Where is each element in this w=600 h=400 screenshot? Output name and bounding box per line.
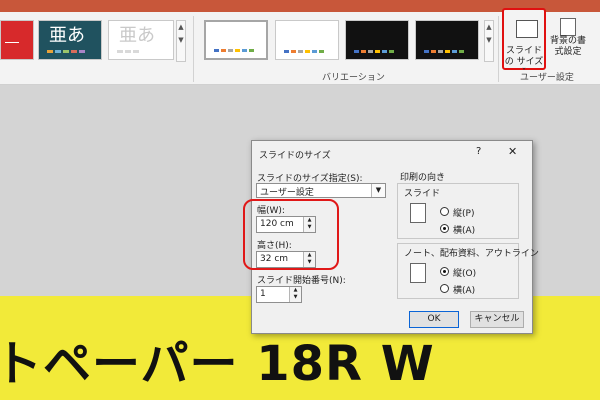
notes-portrait-label: 縦(O) (453, 269, 477, 279)
size-spec-value: ユーザー設定 (260, 188, 314, 198)
slide-page-icon (410, 203, 426, 223)
ok-button[interactable]: OK (409, 311, 459, 328)
cancel-button[interactable]: キャンセル (470, 311, 524, 328)
slides-landscape-radio[interactable] (440, 224, 449, 233)
theme-sample-text: 亜あ (119, 25, 155, 46)
start-number-spinner[interactable]: ▲ ▼ (289, 287, 301, 302)
start-number-input[interactable]: 1 ▲ ▼ (256, 286, 302, 303)
notes-group-label: ノート、配布資料、アウトライン (404, 249, 539, 259)
slide-size-button[interactable]: スライドの サイズ ˇ (502, 8, 546, 78)
size-spec-select[interactable]: ユーザー設定 ▼ (256, 183, 386, 198)
notes-landscape-label: 横(A) (453, 286, 476, 296)
theme-thumbnail-red[interactable] (0, 20, 34, 60)
variation-thumbnail-1[interactable] (204, 20, 268, 60)
theme-thumbnail-dark[interactable]: 亜あ (38, 20, 102, 60)
help-icon[interactable]: ? (476, 146, 481, 157)
format-background-icon (560, 18, 576, 36)
ribbon-divider (193, 16, 194, 82)
variations-group-label: バリエーション (322, 73, 385, 83)
slides-landscape-label: 横(A) (453, 226, 476, 236)
chevron-down-icon: ▼ (371, 184, 385, 197)
width-height-highlight (243, 199, 339, 270)
variation-thumbnail-2[interactable] (275, 20, 339, 60)
theme-gallery-scroll[interactable]: ▲ ▼ (176, 20, 186, 62)
format-background-label: 背景の書 式設定 (549, 36, 586, 57)
notes-landscape-radio[interactable] (440, 284, 449, 293)
orientation-label: 印刷の向き (400, 173, 446, 183)
slides-portrait-radio[interactable] (440, 207, 449, 216)
notes-portrait-radio[interactable] (440, 267, 449, 276)
theme-thumbnail-light[interactable]: 亜あ (108, 20, 174, 60)
format-background-button[interactable]: 背景の書 式設定 (548, 18, 588, 68)
start-number-value: 1 (260, 289, 266, 299)
slide-size-icon (516, 20, 538, 38)
start-number-label: スライド開始番号(N): (257, 276, 346, 286)
variation-gallery-scroll[interactable]: ▲ ▼ (484, 20, 494, 62)
theme-sample-text: 亜あ (49, 25, 85, 46)
notes-page-icon (410, 263, 426, 283)
slide-title-text: トペーパー 18R W (0, 336, 435, 392)
ribbon-divider (498, 16, 499, 82)
variation-thumbnail-4[interactable] (415, 20, 479, 60)
slides-portrait-label: 縦(P) (453, 209, 475, 219)
variation-thumbnail-3[interactable] (345, 20, 409, 60)
ribbon: 亜あ 亜あ ▲ ▼ ▲ ▼ バリエーション スライドの サイズ ˇ 背景の書 式設定… (0, 0, 600, 85)
close-icon[interactable]: ✕ (508, 145, 517, 158)
slides-group-label: スライド (404, 189, 441, 199)
dialog-title: スライドのサイズ (259, 151, 331, 161)
user-settings-group-label: ユーザー設定 (520, 73, 574, 83)
